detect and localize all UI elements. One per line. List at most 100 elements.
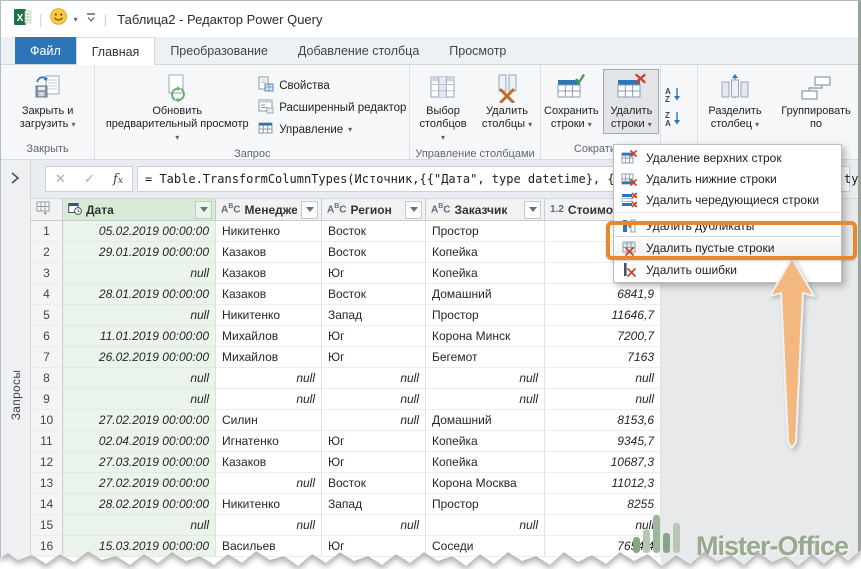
cell[interactable]: Силин [216,410,322,431]
remove-rows-button[interactable]: Удалить строки ▾ [603,69,659,134]
cell[interactable]: null [322,368,426,389]
cell[interactable]: Казаков [216,284,322,305]
cell[interactable]: Соседи [426,536,545,557]
row-number[interactable]: 10 [31,410,63,431]
column-header-region[interactable]: ABCРегион [322,199,426,221]
row-number[interactable]: 6 [31,326,63,347]
cancel-formula-icon[interactable]: ✕ [55,171,66,187]
expand-queries-chevron-icon[interactable] [10,171,20,190]
cell[interactable]: Юг [322,347,426,368]
cell[interactable]: 27.03.2019 00:00:00 [63,452,216,473]
tab-transform[interactable]: Преобразование [155,37,283,64]
cell[interactable]: Восток [322,473,426,494]
cell[interactable]: null [426,368,545,389]
cell[interactable]: Бегемот [426,347,545,368]
column-filter-button[interactable] [301,201,318,219]
cell[interactable]: Простор [426,494,545,515]
cell[interactable]: Корона Москва [426,473,545,494]
refresh-preview-button[interactable]: Обновить предварительный просмотр ▾ [101,69,253,147]
cell[interactable]: null [426,389,545,410]
cell[interactable]: null [63,368,216,389]
row-number[interactable]: 3 [31,263,63,284]
close-and-load-button[interactable]: Закрыть и загрузить ▾ [5,69,91,134]
cell[interactable]: null [426,515,545,536]
cell[interactable]: Никитенко [216,305,322,326]
cell[interactable]: null [63,389,216,410]
select-all-columns-button[interactable] [31,199,63,221]
cell[interactable]: 02.04.2019 00:00:00 [63,431,216,452]
cell[interactable]: Копейка [426,242,545,263]
cell[interactable]: 7163 [545,347,661,368]
keep-rows-button[interactable]: Сохранить строки ▾ [541,69,601,134]
sort-ascending-button[interactable]: AZ [661,85,687,106]
cell[interactable]: 11646,7 [545,305,661,326]
cell[interactable]: 11.01.2019 00:00:00 [63,326,216,347]
cell[interactable]: null [322,515,426,536]
fx-icon[interactable]: fx [113,172,123,187]
cell[interactable]: null [545,389,661,410]
tab-add-column[interactable]: Добавление столбца [283,37,434,64]
cell[interactable]: 27.02.2019 00:00:00 [63,473,216,494]
row-number[interactable]: 9 [31,389,63,410]
tab-home[interactable]: Главная [76,37,156,65]
cell[interactable]: Корона Минск [426,326,545,347]
menu-item-remove-bottom-rows[interactable]: Удалить нижние строки [614,168,841,189]
properties-button[interactable]: Свойства [255,75,333,96]
cell[interactable]: 11012,3 [545,473,661,494]
sort-descending-button[interactable]: ZA [661,109,687,130]
row-number[interactable]: 1 [31,221,63,242]
cell[interactable]: 8153,6 [545,410,661,431]
row-number[interactable]: 11 [31,431,63,452]
cell[interactable]: Васильев [216,536,322,557]
column-header-date[interactable]: Дата [63,199,216,221]
cell[interactable]: Домашний [426,410,545,431]
cell[interactable]: null [216,473,322,494]
cell[interactable]: Восток [322,284,426,305]
cell[interactable]: Игнатенко [216,431,322,452]
cell[interactable]: null [216,389,322,410]
cell[interactable]: null [216,368,322,389]
cell[interactable]: Запад [322,305,426,326]
cell[interactable]: 28.01.2019 00:00:00 [63,284,216,305]
cell[interactable]: Никитенко [216,221,322,242]
cell[interactable]: Юг [322,263,426,284]
column-header-manager[interactable]: ABCМенеджер [216,199,322,221]
cell[interactable]: Восток [322,242,426,263]
cell[interactable]: 15.03.2019 00:00:00 [63,536,216,557]
cell[interactable]: Казаков [216,242,322,263]
smiley-feedback-icon[interactable] [50,8,67,30]
split-column-button[interactable]: Разделить столбец ▾ [698,69,772,134]
row-number[interactable]: 16 [31,536,63,557]
cell[interactable]: null [322,389,426,410]
cell[interactable]: 27.02.2019 00:00:00 [63,410,216,431]
cell[interactable]: Юг [322,431,426,452]
quick-access-toolbar-icon[interactable] [85,10,97,28]
column-header-customer[interactable]: ABCЗаказчик [426,199,545,221]
row-number[interactable]: 15 [31,515,63,536]
column-filter-button[interactable] [405,201,422,219]
cell[interactable]: 10687,3 [545,452,661,473]
cell[interactable]: 9345,7 [545,431,661,452]
confirm-formula-icon[interactable]: ✓ [84,171,95,187]
cell[interactable]: Копейка [426,263,545,284]
queries-pane-label[interactable]: Запросы [9,370,23,421]
cell[interactable]: Домашний [426,284,545,305]
cell[interactable]: Простор [426,221,545,242]
manage-button[interactable]: Управление ▾ [255,119,355,140]
row-number[interactable]: 8 [31,368,63,389]
menu-item-remove-top-rows[interactable]: Удаление верхних строк [614,147,841,168]
cell[interactable]: 7200,7 [545,326,661,347]
cell[interactable]: 26.02.2019 00:00:00 [63,347,216,368]
cell[interactable]: null [63,515,216,536]
row-number[interactable]: 7 [31,347,63,368]
cell[interactable]: null [322,410,426,431]
menu-item-remove-alternate-rows[interactable]: Удалить чередующиеся строки [614,189,841,210]
cell[interactable]: Казаков [216,452,322,473]
tab-file[interactable]: Файл [15,37,76,64]
tab-view[interactable]: Просмотр [434,37,521,64]
cell[interactable]: Копейка [426,431,545,452]
row-number[interactable]: 14 [31,494,63,515]
cell[interactable]: 05.02.2019 00:00:00 [63,221,216,242]
cell[interactable]: 6841,9 [545,284,661,305]
row-number[interactable]: 5 [31,305,63,326]
